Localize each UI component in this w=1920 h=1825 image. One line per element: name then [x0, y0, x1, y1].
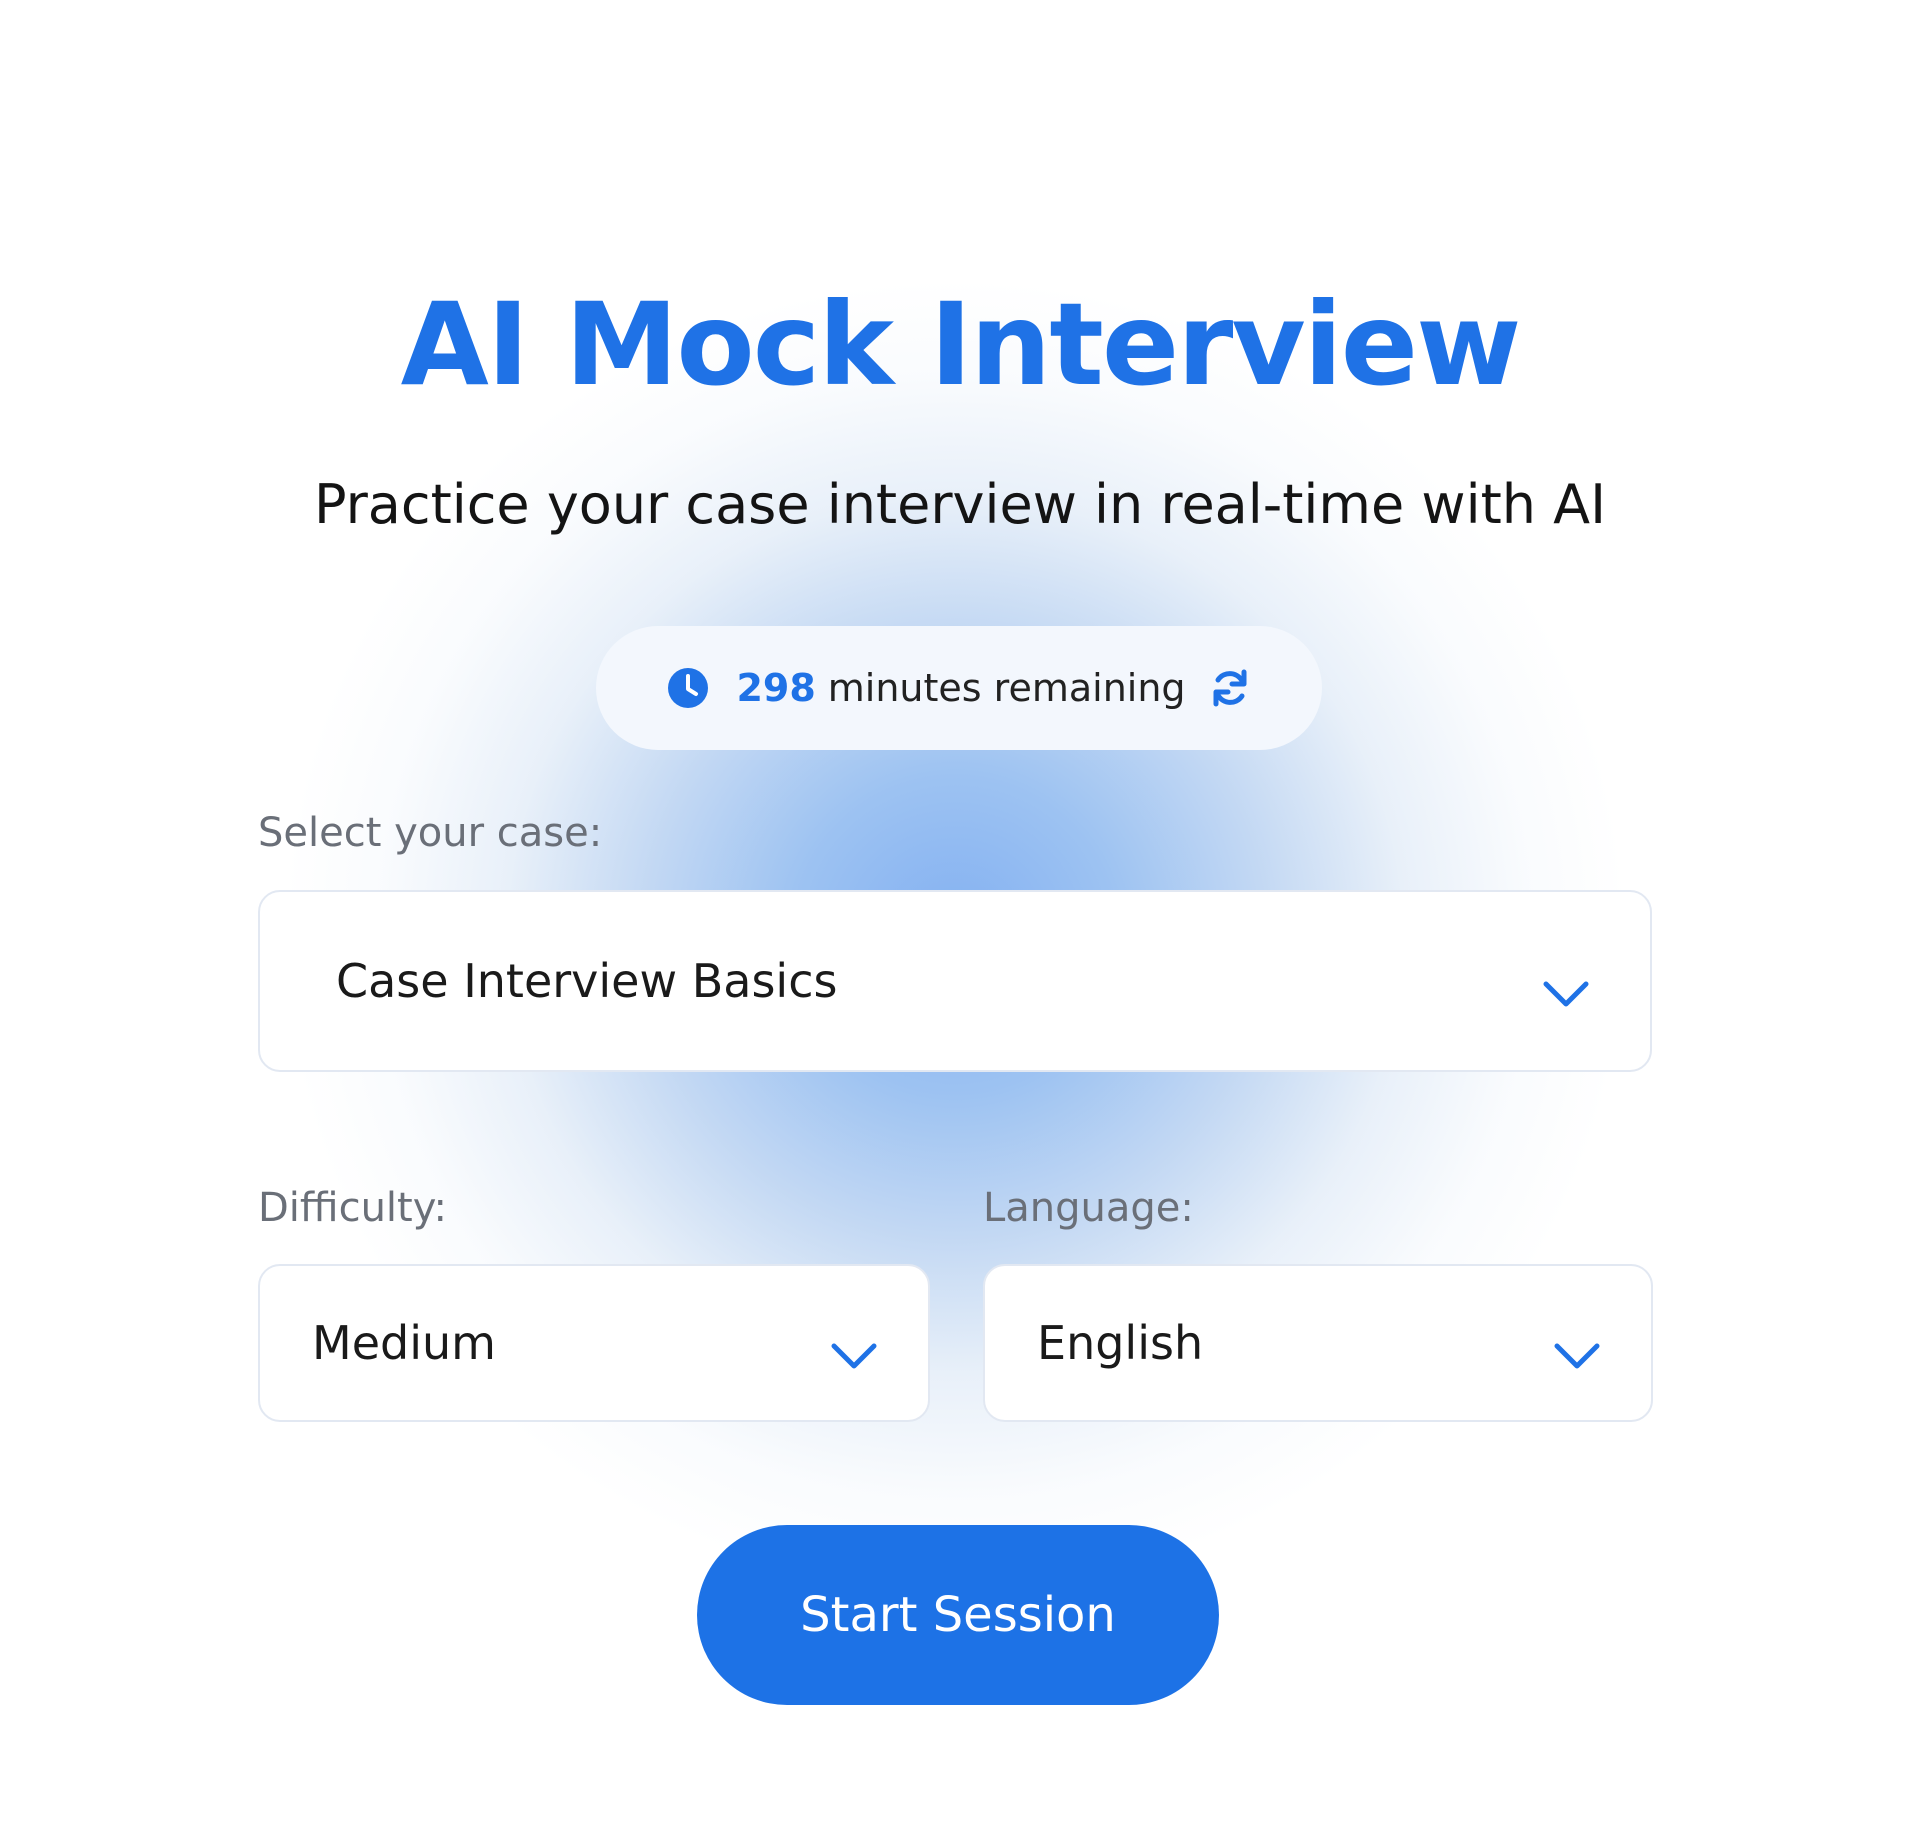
minutes-count: 298 [736, 666, 816, 710]
difficulty-select[interactable]: Medium [258, 1264, 930, 1422]
language-select-value: English [1037, 1316, 1204, 1370]
chevron-down-icon [1542, 966, 1590, 1007]
language-select[interactable]: English [983, 1264, 1653, 1422]
page-title: AI Mock Interview [400, 278, 1522, 411]
mock-interview-panel: AI Mock Interview Practice your case int… [0, 0, 1920, 1825]
chevron-down-icon [1553, 1328, 1601, 1369]
minutes-remaining-badge: 298 minutes remaining [596, 626, 1322, 750]
chevron-down-icon [830, 1328, 878, 1369]
clock-icon [666, 666, 710, 710]
refresh-icon[interactable] [1208, 666, 1252, 710]
language-label: Language: [983, 1185, 1194, 1231]
page-subtitle: Practice your case interview in real-tim… [313, 473, 1607, 536]
case-select[interactable]: Case Interview Basics [258, 890, 1652, 1072]
case-label: Select your case: [258, 810, 603, 856]
minutes-label: minutes remaining [827, 666, 1186, 710]
case-select-value: Case Interview Basics [336, 954, 838, 1008]
start-session-button[interactable]: Start Session [697, 1525, 1219, 1705]
difficulty-select-value: Medium [312, 1316, 496, 1370]
difficulty-label: Difficulty: [258, 1185, 447, 1231]
